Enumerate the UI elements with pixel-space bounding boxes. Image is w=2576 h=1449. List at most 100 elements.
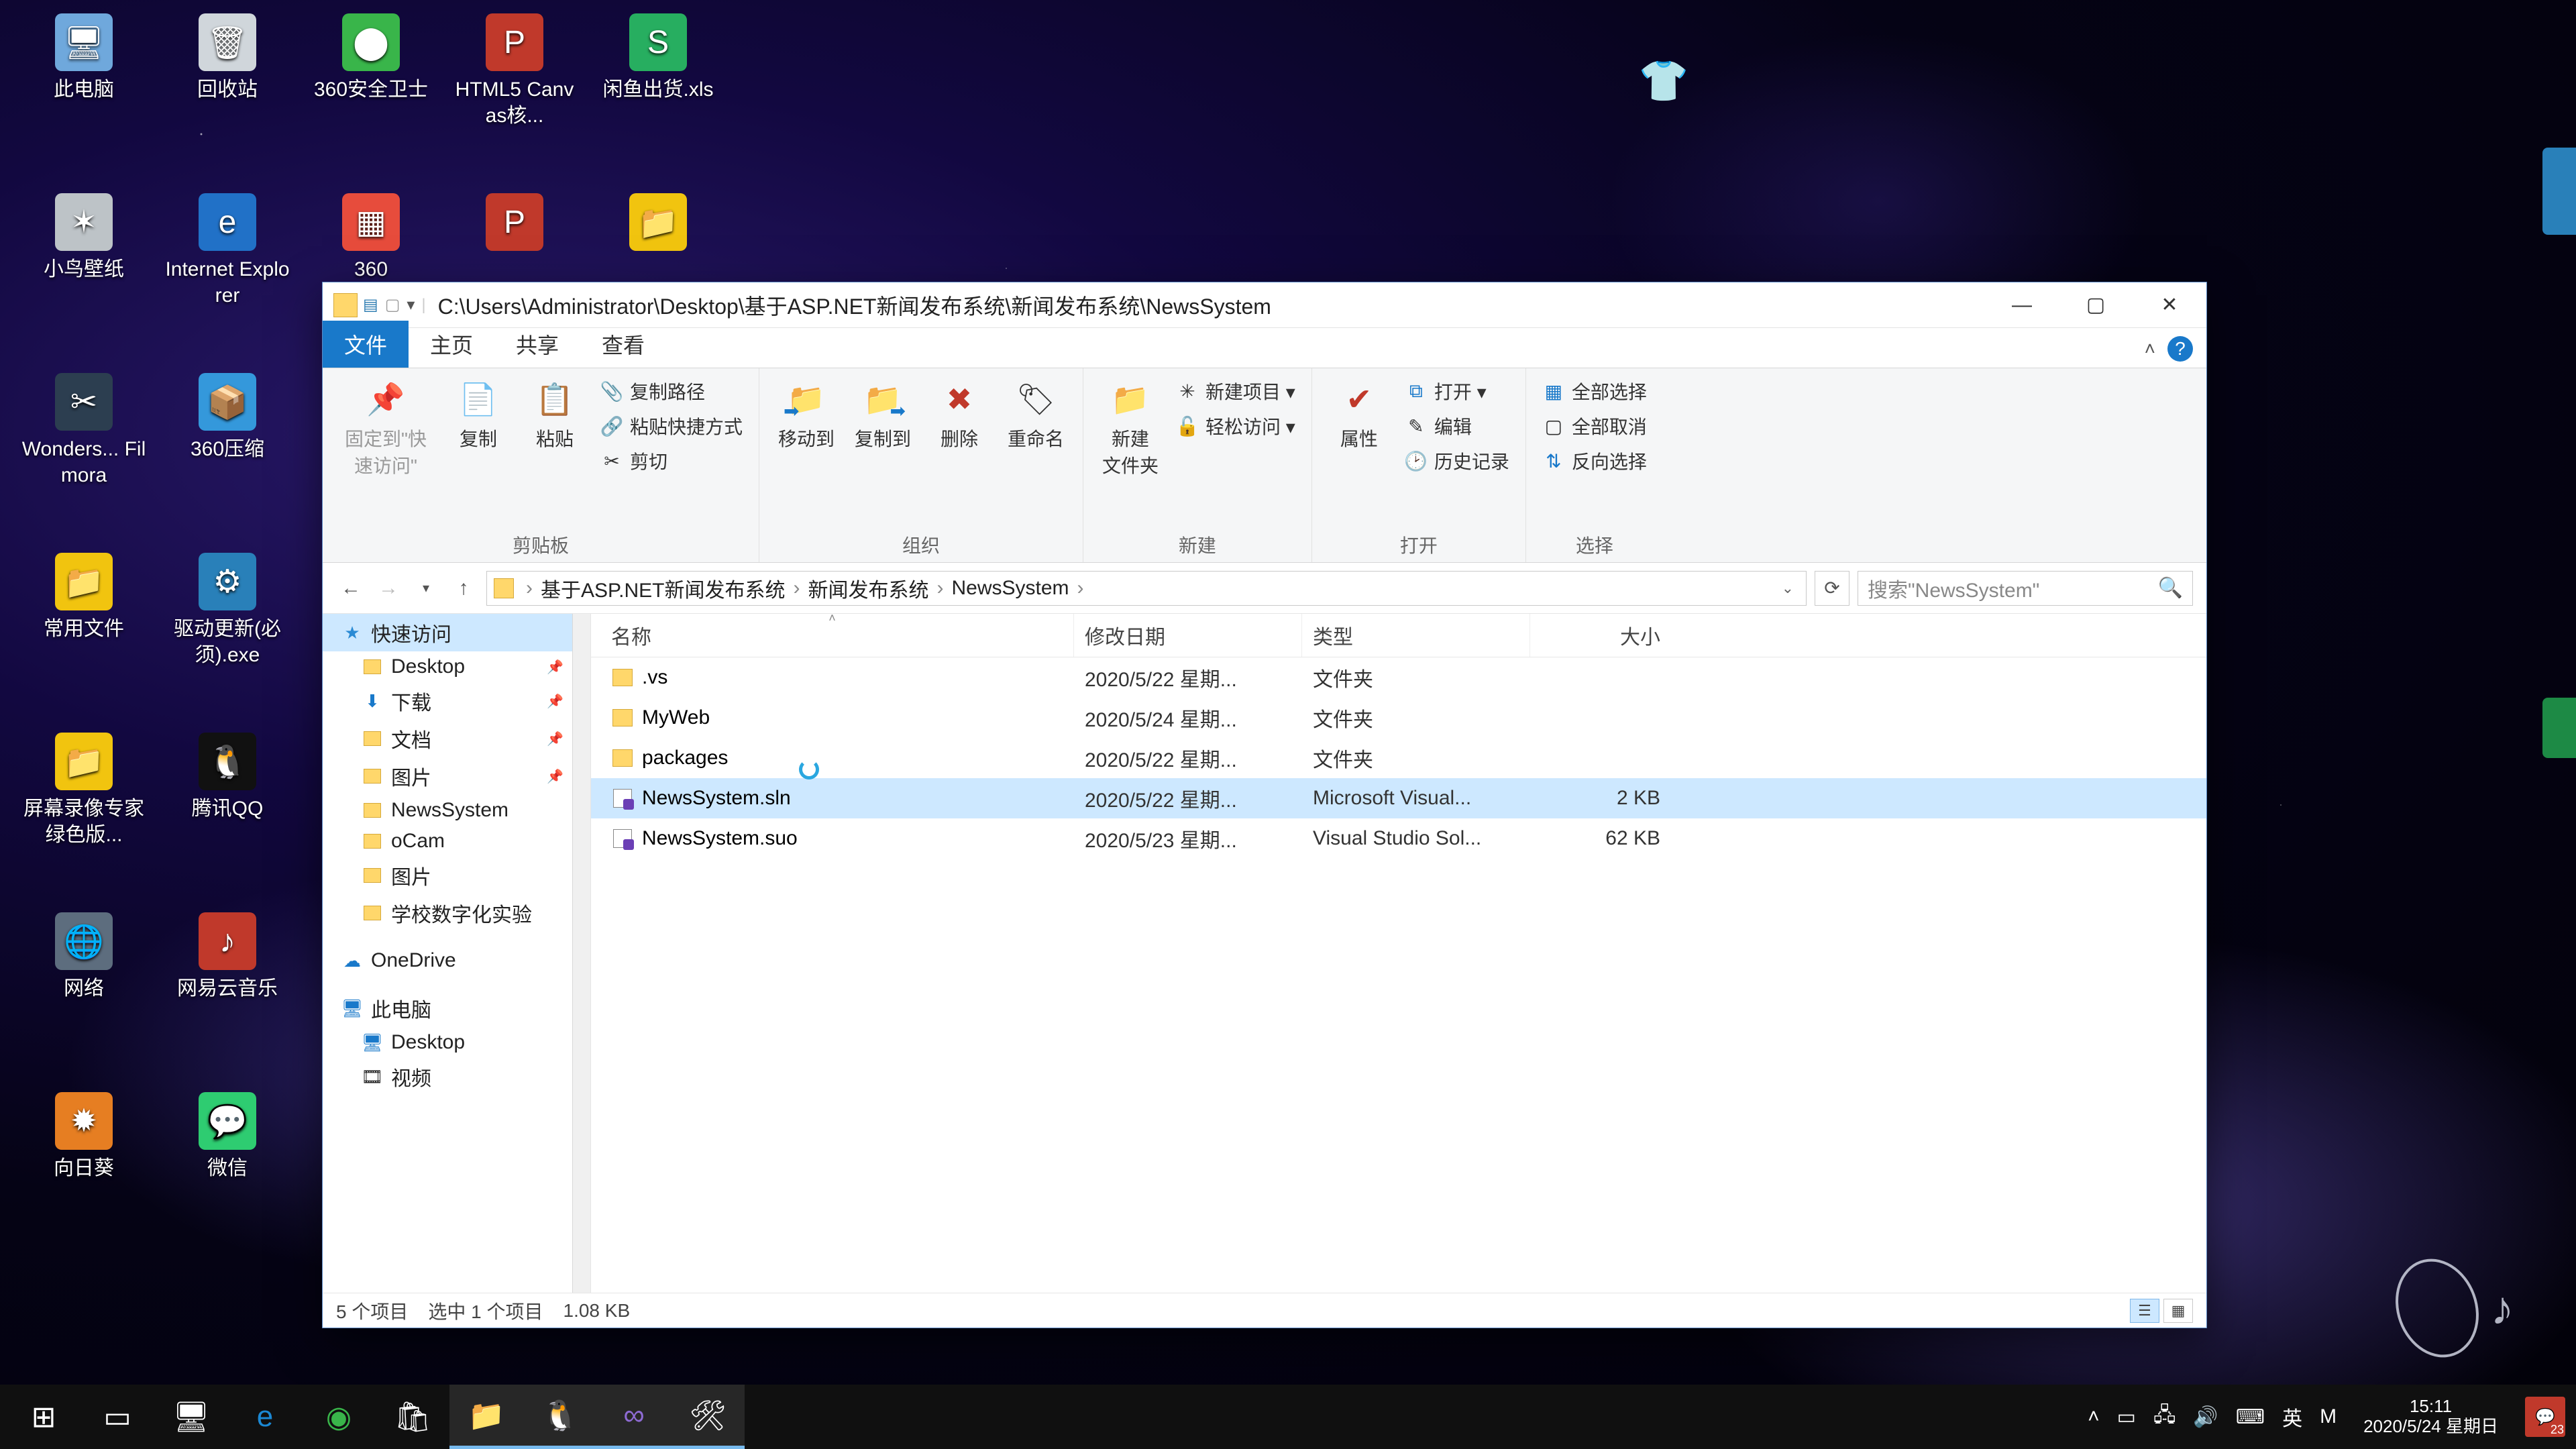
easy-access-button[interactable]: 🔓轻松访问 ▾ (1176, 413, 1295, 439)
table-row[interactable]: packages2020/5/22 星期...文件夹 (591, 738, 2206, 778)
paste-button[interactable]: 📋粘贴 (524, 378, 586, 451)
sidebar-ocam[interactable]: oCam (323, 826, 590, 857)
sidebar-onedrive[interactable]: ☁OneDrive (323, 945, 590, 976)
desktop-icon[interactable]: eInternet Explorer (157, 193, 298, 368)
sidebar-school[interactable]: 学校数字化实验 (323, 894, 590, 932)
desktop-icon[interactable]: 💬微信 (157, 1092, 298, 1267)
sidebar-videos[interactable]: 🎞视频 (323, 1058, 590, 1095)
ribbon-collapse-icon[interactable]: ˄ (2145, 338, 2155, 360)
taskbar-app-2[interactable]: 🛠 (671, 1385, 745, 1449)
col-type[interactable]: 类型 (1302, 614, 1530, 657)
sidebar-documents[interactable]: 文档📌 (323, 720, 590, 757)
desktop-icon[interactable]: 📁常用文件 (13, 553, 154, 727)
tab-share[interactable]: 共享 (494, 321, 580, 368)
col-name[interactable]: ˄名称 (591, 614, 1074, 657)
history-button[interactable]: 🕑历史记录 (1405, 447, 1509, 474)
breadcrumb[interactable]: › 基于ASP.NET新闻发布系统› 新闻发布系统› NewsSystem› ⌄ (486, 571, 1807, 606)
tray-volume-icon[interactable]: 🔊 (2193, 1405, 2218, 1429)
move-to-button[interactable]: 📁➡移动到 (775, 378, 837, 451)
thumbnails-view-button[interactable]: ▦ (2163, 1299, 2193, 1323)
sidebar-desktop2[interactable]: 🖥Desktop (323, 1027, 590, 1058)
desktop-icon[interactable]: 📦360压缩 (157, 373, 298, 547)
sidebar-downloads[interactable]: ⬇下载📌 (323, 682, 590, 720)
maximize-button[interactable]: ▢ (2059, 282, 2133, 328)
up-button[interactable]: ↑ (449, 574, 478, 603)
sidebar-desktop[interactable]: Desktop📌 (323, 651, 590, 682)
taskbar-store[interactable]: 🛍 (376, 1385, 449, 1449)
desktop-icon[interactable]: S闲鱼出货.xls (588, 13, 729, 188)
invert-selection-button[interactable]: ⇅反向选择 (1542, 447, 1647, 474)
sidebar-this-pc[interactable]: 🖥此电脑 (323, 989, 590, 1027)
taskbar-edge[interactable]: e (228, 1385, 302, 1449)
search-input[interactable]: 搜索"NewsSystem"🔍 (1858, 571, 2193, 606)
help-icon[interactable]: ? (2167, 336, 2193, 362)
search-icon[interactable]: 🔍 (2158, 576, 2183, 600)
edge-widget-top[interactable] (2542, 148, 2576, 235)
music-fairy-widget[interactable]: ♪ (2375, 1248, 2536, 1368)
qat-dropdown-icon[interactable]: ▾ (407, 295, 415, 315)
edit-button[interactable]: ✎编辑 (1405, 413, 1509, 439)
sidebar-pictures[interactable]: 图片📌 (323, 757, 590, 795)
scroll-down-icon[interactable]: ▾ (576, 1277, 588, 1289)
tab-file[interactable]: 文件 (323, 321, 409, 368)
select-none-button[interactable]: ▢全部取消 (1542, 413, 1647, 439)
col-size[interactable]: 大小 (1530, 614, 1671, 657)
desktop-icon[interactable]: 🌐网络 (13, 912, 154, 1087)
sidebar-quick-access[interactable]: ★快速访问 (323, 614, 590, 651)
tray-overflow-icon[interactable]: ˄ (2088, 1405, 2100, 1428)
tab-view[interactable]: 查看 (580, 321, 666, 368)
table-row[interactable]: NewsSystem.sln2020/5/22 星期...Microsoft V… (591, 778, 2206, 818)
crumb-2[interactable]: NewsSystem (952, 577, 1069, 600)
crumb-0[interactable]: 基于ASP.NET新闻发布系统 (541, 574, 786, 603)
rename-button[interactable]: 🏷重命名 (1005, 378, 1067, 451)
details-view-button[interactable]: ☰ (2130, 1299, 2159, 1323)
tray-battery-icon[interactable]: ▭ (2117, 1405, 2136, 1429)
desktop-icon[interactable]: 📁屏幕录像专家绿色版... (13, 733, 154, 907)
delete-button[interactable]: ✖删除 (928, 378, 990, 451)
tab-home[interactable]: 主页 (409, 321, 494, 368)
taskbar-360[interactable]: ◉ (302, 1385, 376, 1449)
desktop-icon[interactable]: ♪网易云音乐 (157, 912, 298, 1087)
sidebar-pictures2[interactable]: 图片 (323, 857, 590, 894)
taskbar-app-1[interactable]: 🖥 (154, 1385, 228, 1449)
close-button[interactable]: ✕ (2133, 282, 2206, 328)
copy-path-button[interactable]: 📎复制路径 (600, 378, 743, 405)
tray-network-icon[interactable]: 🖧 (2153, 1400, 2176, 1434)
cut-button[interactable]: ✂剪切 (600, 447, 743, 474)
recent-dropdown[interactable]: ▾ (411, 574, 441, 603)
task-view-button[interactable]: ▭ (80, 1385, 154, 1449)
edge-widget-mid[interactable] (2542, 698, 2576, 758)
back-button[interactable]: ← (336, 574, 366, 603)
crumb-dropdown-icon[interactable]: ⌄ (1776, 580, 1799, 597)
desktop-icon[interactable]: ✶小鸟壁纸 (13, 193, 154, 368)
taskbar-vs[interactable]: ∞ (597, 1385, 671, 1449)
crumb-1[interactable]: 新闻发布系统 (808, 574, 929, 603)
desktop-icon[interactable]: PHTML5 Canvas核... (444, 13, 585, 188)
col-date[interactable]: 修改日期 (1074, 614, 1302, 657)
taskbar-qq[interactable]: 🐧 (523, 1385, 597, 1449)
tray-keyboard-icon[interactable]: ⌨ (2236, 1405, 2265, 1429)
pin-quickaccess-button[interactable]: 📌固定到"快速访问" (339, 378, 433, 478)
new-folder-button[interactable]: 📁新建 文件夹 (1099, 378, 1161, 478)
action-center-button[interactable]: 💬23 (2525, 1397, 2565, 1437)
desktop-icon[interactable]: 🐧腾讯QQ (157, 733, 298, 907)
taskbar-explorer[interactable]: 📁 (449, 1385, 523, 1449)
table-row[interactable]: NewsSystem.suo2020/5/23 星期...Visual Stud… (591, 818, 2206, 859)
properties-button[interactable]: ✔属性 (1328, 378, 1390, 451)
new-item-button[interactable]: ✳新建项目 ▾ (1176, 378, 1295, 405)
paste-shortcut-button[interactable]: 🔗粘贴快捷方式 (600, 413, 743, 439)
desktop-icon[interactable]: 🗑回收站 (157, 13, 298, 188)
start-button[interactable]: ⊞ (7, 1385, 80, 1449)
copy-to-button[interactable]: 📁➡复制到 (852, 378, 914, 451)
desktop-icon[interactable]: 🖥此电脑 (13, 13, 154, 188)
scroll-up-icon[interactable]: ▴ (576, 618, 588, 630)
taskbar-clock[interactable]: 15:11 2020/5/24 星期日 (2354, 1397, 2508, 1437)
sidebar-newssystem[interactable]: NewsSystem (323, 795, 590, 826)
tshirt-widget[interactable]: 👕 (1637, 54, 1690, 107)
desktop-icon[interactable]: ✂Wonders... Filmora (13, 373, 154, 547)
qat-properties-icon[interactable]: ▤ (363, 295, 378, 315)
desktop-icon[interactable]: ✹向日葵 (13, 1092, 154, 1267)
desktop-icon[interactable]: ⚙驱动更新(必须).exe (157, 553, 298, 727)
copy-button[interactable]: 📄复制 (447, 378, 509, 451)
select-all-button[interactable]: ▦全部选择 (1542, 378, 1647, 405)
